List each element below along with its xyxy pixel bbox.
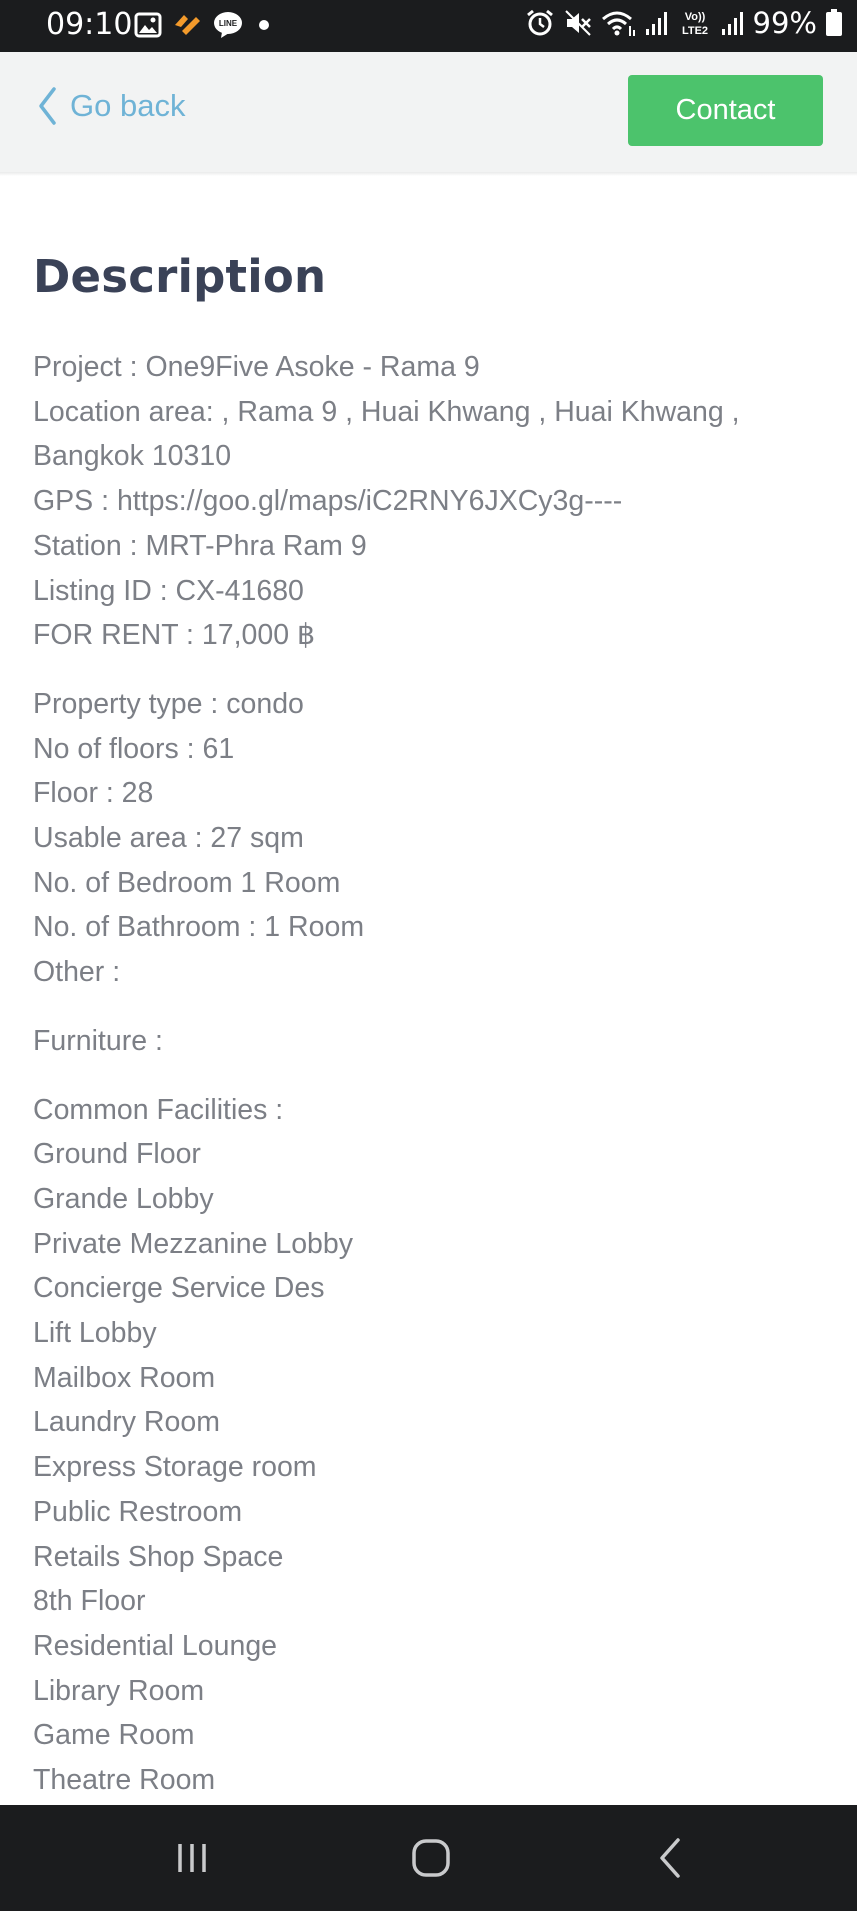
battery-percent: 99% (752, 6, 817, 40)
description-line: Theatre Room (33, 1764, 216, 1797)
battery-icon (826, 9, 842, 36)
contact-button[interactable]: Contact (628, 75, 823, 146)
description-line: Project : One9Five Asoke - Rama 9 (33, 351, 480, 383)
description-line: Public Restroom (33, 1495, 243, 1528)
description-line: Common Facilities : (33, 1093, 284, 1126)
description-line: Listing ID : CX-41680 (33, 574, 304, 607)
wifi-icon (601, 11, 635, 36)
description-line: Station : MRT-Phra Ram 9 (33, 529, 367, 562)
description-line: Floor : 28 (33, 777, 154, 810)
recent-apps-button[interactable] (162, 1833, 222, 1883)
description-group: Property type : condo No of floors : 61 Fl… (33, 682, 837, 995)
status-bar: 09:10 LINE Vo)) LTE2 99% (0, 0, 857, 52)
back-icon (660, 1838, 680, 1878)
description-line: Ground Floor (33, 1138, 201, 1171)
go-back-label: Go back (70, 88, 186, 123)
description-line: Property type : condo (33, 687, 304, 720)
description-line: Lift Lobby (33, 1317, 157, 1350)
description-line: 8th Floor (33, 1585, 146, 1618)
description-line: FOR RENT : 17,000 ฿ (33, 619, 316, 652)
description-section: Description Project : One9Five Asoke - R… (33, 250, 837, 1827)
description-line: Usable area : 27 sqm (33, 822, 304, 855)
svg-text:LTE2: LTE2 (681, 25, 707, 37)
app-header: Go back Contact (0, 52, 857, 172)
description-line: Game Room (33, 1719, 195, 1752)
chevron-left-icon (39, 87, 56, 125)
header-divider (0, 172, 857, 176)
description-line: Location area: , Rama 9 , Huai Khwang , … (33, 395, 740, 473)
go-back-button[interactable]: Go back (36, 86, 185, 126)
description-line: No. of Bedroom 1 Room (33, 866, 341, 899)
status-time: 09:10 (46, 7, 133, 42)
svg-text:Vo)): Vo)) (684, 11, 705, 23)
description-title: Description (33, 250, 327, 303)
back-button[interactable] (641, 1833, 701, 1883)
notification-app-icon (175, 15, 200, 35)
description-body: Project : One9Five Asoke - Rama 9 Locatio… (33, 345, 837, 1803)
dot-icon (259, 20, 269, 30)
alarm-icon (526, 9, 553, 36)
volte-lte2-icon: Vo)) LTE2 (681, 11, 707, 37)
status-notification-icons: LINE (134, 10, 274, 40)
description-line: GPS : https://goo.gl/maps/iC2RNY6JXCy3g-… (33, 485, 623, 518)
description-group: Common Facilities : Ground Floor Grande Lo… (33, 1088, 837, 1803)
description-line: Library Room (33, 1674, 205, 1707)
description-line: Residential Lounge (33, 1629, 278, 1662)
line-app-icon: LINE (214, 12, 242, 38)
svg-text:LINE: LINE (219, 19, 238, 28)
description-line: Mailbox Room (33, 1361, 216, 1394)
description-line: Retails Shop Space (33, 1540, 284, 1573)
gallery-icon (134, 12, 162, 38)
signal-icon (645, 12, 667, 35)
description-group: Project : One9Five Asoke - Rama 9 Locatio… (33, 345, 837, 658)
description-line: Other : (33, 956, 121, 989)
description-line: Grande Lobby (33, 1182, 214, 1215)
system-nav-bar (0, 1805, 857, 1911)
description-line: Furniture : (33, 1024, 163, 1057)
recent-apps-icon (178, 1844, 206, 1872)
description-line: Express Storage room (33, 1451, 317, 1484)
signal-icon (721, 12, 743, 35)
home-button[interactable] (401, 1833, 461, 1883)
description-line: No of floors : 61 (33, 732, 235, 765)
description-line: Laundry Room (33, 1406, 220, 1439)
mute-icon (564, 10, 591, 36)
description-line: No. of Bathroom : 1 Room (33, 911, 365, 944)
description-line: Concierge Service Des (33, 1272, 325, 1305)
description-line: Private Mezzanine Lobby (33, 1227, 354, 1260)
status-system-icons: Vo)) LTE2 99% (525, 6, 843, 40)
home-icon (412, 1839, 450, 1877)
description-group: Furniture : (33, 1019, 837, 1064)
